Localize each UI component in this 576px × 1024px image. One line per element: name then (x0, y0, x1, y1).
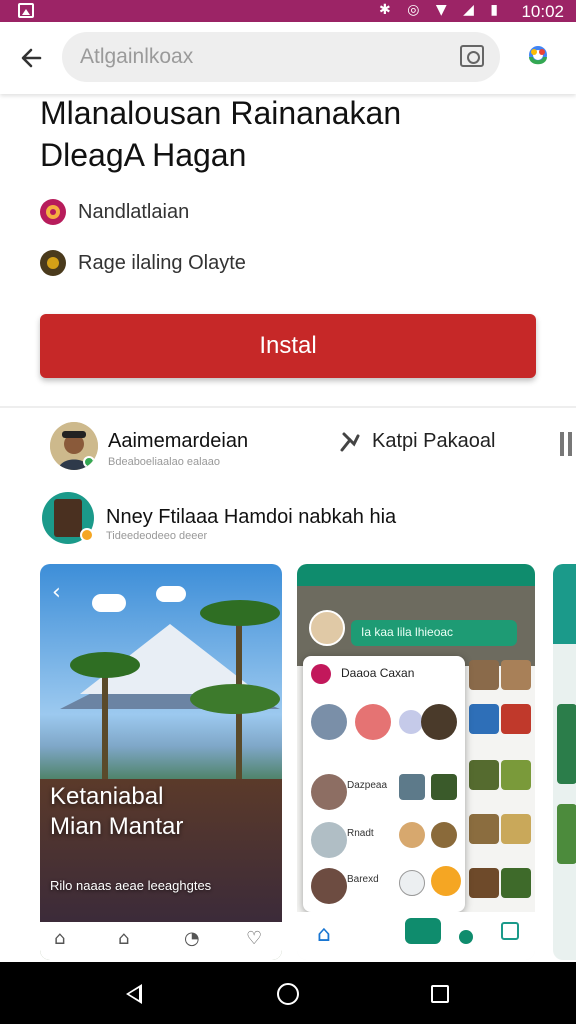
palm-trunk (102, 664, 108, 794)
app-title-line-1: Mlanalousan Rainanakan (40, 95, 402, 131)
status-bar: ✱ ◎ ▼ ◢ ▮ 10:02 (0, 0, 576, 22)
top-app-bar: Atlgainlkoax (0, 22, 576, 94)
mock-header (553, 564, 576, 644)
badge-dot (80, 528, 94, 542)
contact-avatar (421, 704, 457, 740)
developer-row-sub: Bdeaboeliaalao ealaao (108, 456, 220, 468)
screenshot-1-nav: ⌂ ⌂ ◔ ♡ (40, 922, 282, 960)
screenshot-3[interactable] (553, 564, 576, 960)
thumb (557, 804, 576, 864)
palm-frond (70, 652, 140, 678)
compose-icon (405, 918, 441, 944)
search-query: Atlgainlkoax (80, 45, 194, 68)
app-title: Mlanalousan Rainanakan DleagA Hagan (40, 92, 540, 176)
mock-search: Ia kaa lila lhieoac (351, 620, 517, 646)
mock-panel: Daaoa Caxan Dazpeaa Rnadt Barexd (303, 656, 465, 912)
contact-thumb (431, 774, 457, 800)
related-app-icon[interactable] (42, 492, 94, 544)
assistant-logo (529, 46, 547, 65)
home-nav-icon[interactable] (277, 983, 299, 1005)
cloud-shape (92, 594, 126, 612)
screenshot-2-nav: ⌂ (297, 912, 535, 960)
share-icon: ‹ (52, 580, 61, 605)
search-input[interactable]: Atlgainlkoax (62, 32, 500, 82)
caption-line-2: Mian Mantar (50, 813, 184, 840)
caption-line-1: Ketaniabal (50, 783, 164, 810)
camera-search-icon[interactable] (460, 45, 484, 67)
rating-text: Rage ilaling Olayte (78, 252, 246, 274)
back-arrow-icon (21, 48, 42, 68)
panel-title: Daaoa Caxan (341, 666, 415, 680)
app-title-line-2: DleagA Hagan (40, 137, 247, 173)
thumb (469, 704, 499, 734)
contact-avatar (311, 822, 347, 858)
screenshot-1[interactable]: ‹ Ketaniabal Mian Mantar Rilo naaas aeae… (40, 564, 282, 960)
gallery-icon (18, 3, 34, 18)
contact-avatar (355, 704, 391, 740)
status-dot-icon (459, 930, 473, 944)
screenshot-1-caption: Ketaniabal Mian Mantar (50, 782, 183, 842)
install-button[interactable]: Instal (40, 314, 536, 378)
contact-avatar (311, 868, 347, 904)
contact-thumb (431, 822, 457, 848)
rating-badge-icon (40, 250, 66, 276)
book-icon (54, 499, 82, 537)
back-nav-icon[interactable] (126, 984, 142, 1004)
section-divider (0, 406, 576, 408)
contact-avatar (311, 774, 347, 810)
rating-emblem-icon (47, 257, 59, 269)
screenshot-2[interactable]: Ia kaa lila lhieoac Daaoa Caxan Dazpeaa … (297, 564, 535, 960)
calendar-icon (501, 922, 519, 940)
palm-frond (200, 600, 280, 626)
contact-thumb (399, 774, 425, 800)
developer-badge-icon (40, 199, 66, 225)
house-icon: ⌂ (118, 928, 130, 949)
home-icon: ⌂ (317, 922, 331, 947)
home-icon: ⌂ (54, 928, 66, 949)
thumb (469, 814, 499, 844)
emblem-icon (46, 205, 60, 219)
thumb (469, 760, 499, 790)
caption-sub: Rilo naaas aeae leeaghgtes (50, 878, 212, 893)
contact-thumb (399, 822, 425, 848)
contact-name: Rnadt (347, 828, 374, 839)
contact-avatar (311, 704, 347, 740)
person-avatar-icon (50, 422, 98, 470)
screen: ✱ ◎ ▼ ◢ ▮ 10:02 Atlgainlkoax Mlanalousan… (0, 0, 576, 1024)
thumb (501, 868, 531, 898)
more-icon[interactable] (560, 432, 572, 456)
mock-avatar (309, 610, 345, 646)
developer-avatar[interactable] (50, 422, 98, 470)
back-button[interactable] (16, 40, 52, 76)
cloud-shape (156, 586, 186, 602)
category-tag[interactable]: Katpi Pakaoal (372, 430, 495, 453)
related-app-name[interactable]: Nney Ftilaaa Hamdoi nabkah hia (106, 506, 396, 529)
thumb (501, 704, 531, 734)
contact-thumb (431, 866, 461, 896)
contact-thumb (399, 870, 425, 896)
contact-name: Dazpeaa (347, 780, 388, 791)
chat-icon: ◔ (184, 928, 200, 949)
contact-name: Barexd (347, 874, 379, 885)
tag-icon (338, 430, 362, 454)
developer-name: Nandlatlaian (78, 201, 190, 223)
developer-row-name[interactable]: Aaimemardeian (108, 430, 248, 453)
system-navigation-bar (0, 962, 576, 1024)
heart-icon: ♡ (246, 928, 263, 949)
thumb (501, 760, 531, 790)
panel-logo-icon (311, 664, 331, 684)
status-icons: ✱ ◎ ▼ ◢ ▮ (379, 2, 504, 18)
related-app-sub: Tideedeodeeo deeer (106, 530, 208, 542)
mock-status-bar (297, 564, 535, 586)
thumb (469, 660, 499, 690)
assistant-icon[interactable] (522, 42, 554, 74)
thumb (501, 814, 531, 844)
thumb (469, 868, 499, 898)
recents-nav-icon[interactable] (431, 985, 449, 1003)
thumb (501, 660, 531, 690)
palm-frond (190, 684, 280, 714)
thumb (557, 704, 576, 784)
contact-avatar (399, 710, 423, 734)
status-time: 10:02 (521, 2, 564, 21)
